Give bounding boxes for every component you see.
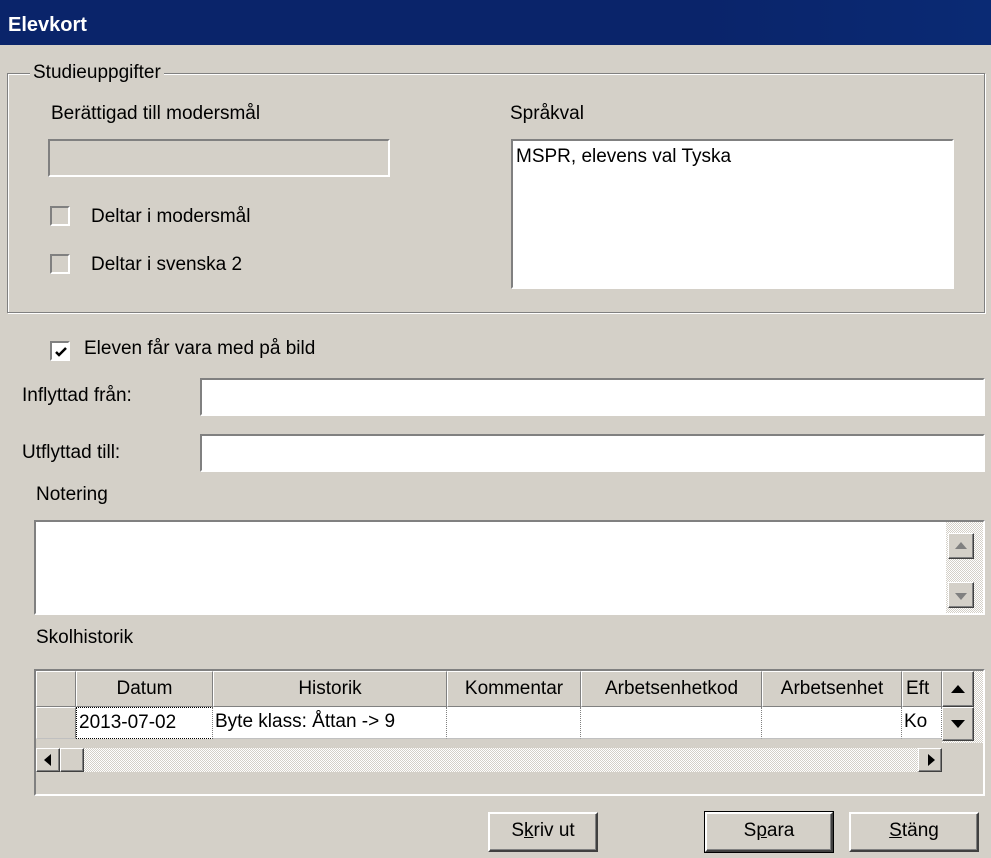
deltar-modersmal-checkbox[interactable] — [50, 206, 70, 226]
deltar-modersmal-label: Deltar i modersmål — [91, 206, 251, 227]
grid-hscrollbar[interactable] — [36, 748, 942, 772]
grid-scroll-left[interactable] — [36, 748, 60, 772]
berattigad-field — [48, 139, 390, 177]
arrow-down-icon — [951, 720, 965, 728]
grid-scroll-right[interactable] — [918, 748, 942, 772]
sprakval-label: Språkval — [510, 103, 584, 124]
sprakval-item[interactable]: MSPR, elevens val Tyska — [516, 146, 731, 168]
bild-label: Eleven får vara med på bild — [84, 338, 316, 359]
checkmark-icon — [55, 347, 67, 357]
grid-header-rowselector — [36, 671, 76, 707]
notering-scroll-down[interactable] — [948, 582, 974, 608]
grid-header-kommentar[interactable]: Kommentar — [447, 671, 581, 707]
deltar-svenska2-checkbox[interactable] — [50, 254, 70, 274]
skriv-ut-button[interactable]: Skriv ut — [488, 812, 598, 852]
notering-textarea[interactable] — [34, 520, 985, 615]
grid-cell-arbetsenhet[interactable] — [762, 707, 902, 739]
grid-cell-eft[interactable]: Ko — [902, 707, 942, 739]
grid-header-datum[interactable]: Datum — [76, 671, 213, 707]
grid-header-arbetsenhetkod[interactable]: Arbetsenhetkod — [581, 671, 762, 707]
utflyttad-input[interactable] — [200, 434, 985, 472]
studieuppgifter-legend: Studieuppgifter — [30, 62, 164, 84]
grid-scroll-up[interactable] — [942, 671, 974, 707]
grid-cell-arbetsenhetkod[interactable] — [581, 707, 762, 739]
arrow-down-icon — [955, 593, 967, 600]
sprakval-listbox[interactable]: MSPR, elevens val Tyska — [511, 139, 954, 289]
grid-cell-historik[interactable]: Byte klass: Åttan -> 9 — [213, 707, 447, 739]
arrow-up-icon — [955, 542, 967, 549]
skolhistorik-grid[interactable]: Datum Historik Kommentar Arbetsenhetkod … — [34, 669, 985, 796]
berattigad-label: Berättigad till modersmål — [51, 103, 261, 124]
grid-cell-kommentar[interactable] — [447, 707, 581, 739]
utflyttad-label: Utflyttad till: — [22, 442, 121, 463]
grid-cell-datum[interactable]: 2013-07-02 — [76, 707, 213, 739]
grid-header-arbetsenhet[interactable]: Arbetsenhet — [762, 671, 902, 707]
grid-hscroll-thumb[interactable] — [60, 748, 84, 772]
grid-header-historik[interactable]: Historik — [213, 671, 447, 707]
notering-label: Notering — [36, 484, 108, 505]
grid-scroll-down[interactable] — [942, 707, 974, 741]
inflyttad-input[interactable] — [200, 378, 985, 416]
window-title: Elevkort — [0, 0, 991, 45]
arrow-right-icon — [928, 754, 935, 766]
spara-button[interactable]: Spara — [704, 811, 834, 853]
inflyttad-label: Inflyttad från: — [22, 385, 132, 406]
deltar-svenska2-label: Deltar i svenska 2 — [91, 254, 243, 275]
grid-row-selector[interactable] — [36, 707, 76, 739]
stang-button[interactable]: Stäng — [849, 812, 979, 852]
bild-checkbox[interactable] — [50, 341, 70, 361]
skolhistorik-label: Skolhistorik — [36, 627, 134, 648]
arrow-up-icon — [951, 685, 965, 693]
grid-header-eft[interactable]: Eft — [902, 671, 942, 707]
notering-scroll-up[interactable] — [948, 533, 974, 559]
arrow-left-icon — [44, 754, 51, 766]
